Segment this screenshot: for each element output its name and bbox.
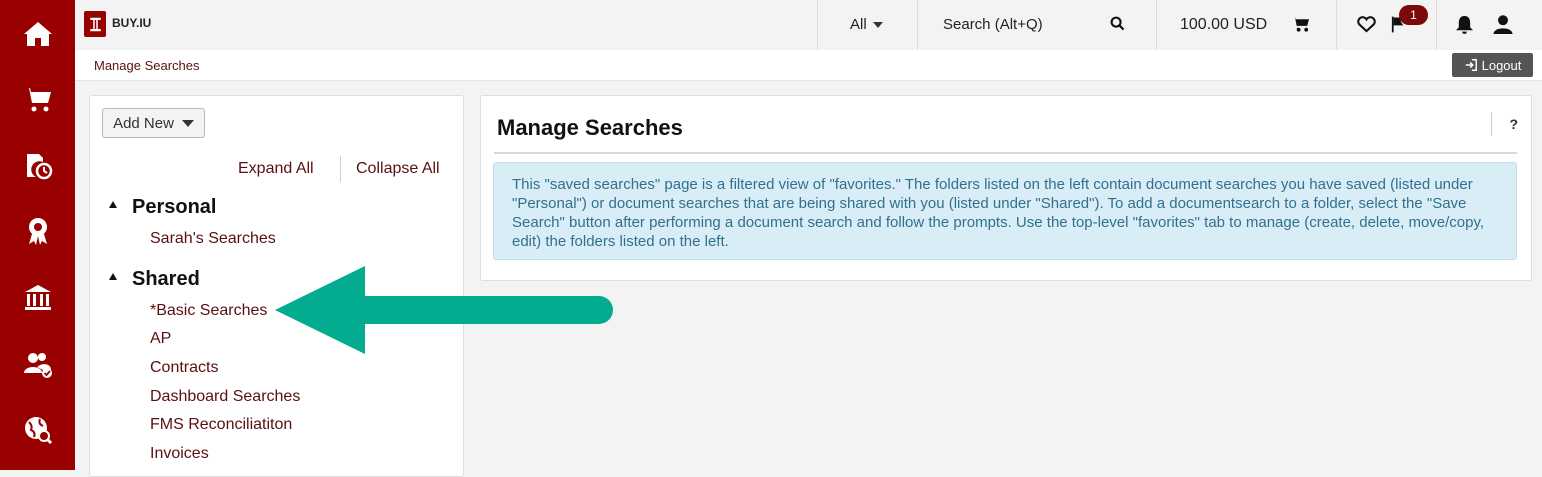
add-new-label: Add New bbox=[113, 114, 174, 132]
notification-badge: 1 bbox=[1399, 5, 1428, 25]
top-bar: BUY.IU All Search (Alt+Q) 100.00 USD 1 bbox=[75, 0, 1542, 50]
collapse-all-link[interactable]: Collapse All bbox=[356, 160, 440, 178]
page-title: Manage Searches bbox=[497, 115, 683, 140]
add-new-button[interactable]: Add New bbox=[102, 108, 205, 138]
expand-all-link[interactable]: Expand All bbox=[238, 160, 314, 178]
folder-item[interactable]: Invoices bbox=[150, 445, 209, 463]
logout-label: Logout bbox=[1481, 57, 1522, 73]
folder-group-personal[interactable]: Personal bbox=[132, 196, 216, 219]
main-panel: Manage Searches ? This "saved searches" … bbox=[480, 95, 1532, 281]
cart-icon[interactable] bbox=[1291, 15, 1310, 38]
search-icon[interactable] bbox=[1110, 16, 1125, 36]
collapse-triangle-icon[interactable] bbox=[109, 273, 117, 280]
folder-item[interactable]: Dashboard Searches bbox=[150, 388, 300, 406]
search-input[interactable]: Search (Alt+Q) bbox=[943, 16, 1043, 33]
globe-search-icon[interactable] bbox=[22, 414, 54, 446]
divider bbox=[1336, 0, 1337, 50]
brand-name[interactable]: BUY.IU bbox=[112, 16, 151, 30]
folder-item[interactable]: Contracts bbox=[150, 359, 218, 377]
divider bbox=[917, 0, 918, 50]
folder-item[interactable]: FMS Reconciliatiton bbox=[150, 416, 292, 434]
info-alert: This "saved searches" page is a filtered… bbox=[493, 162, 1517, 260]
folder-item[interactable]: *Basic Searches bbox=[150, 302, 267, 320]
cart-icon[interactable] bbox=[22, 83, 54, 115]
divider bbox=[817, 0, 818, 50]
folder-item[interactable]: Sarah's Searches bbox=[150, 230, 276, 248]
award-icon[interactable] bbox=[22, 215, 54, 247]
divider bbox=[494, 152, 1517, 154]
cart-total[interactable]: 100.00 USD bbox=[1180, 16, 1267, 34]
user-icon[interactable] bbox=[1493, 14, 1513, 40]
search-scope-label: All bbox=[850, 16, 867, 33]
breadcrumb[interactable]: Manage Searches bbox=[94, 58, 200, 73]
annotation-arrow-icon bbox=[275, 266, 613, 354]
search-scope-select[interactable]: All bbox=[850, 16, 883, 33]
collapse-triangle-icon[interactable] bbox=[109, 201, 117, 208]
breadcrumb-bar: Manage Searches Logout bbox=[75, 50, 1542, 81]
bell-icon[interactable] bbox=[1455, 14, 1474, 40]
divider bbox=[1436, 0, 1437, 50]
logout-icon bbox=[1465, 59, 1477, 71]
help-button[interactable]: ? bbox=[1491, 112, 1518, 136]
bank-icon[interactable] bbox=[22, 282, 54, 314]
folder-item[interactable]: AP bbox=[150, 330, 171, 348]
divider bbox=[1156, 0, 1157, 50]
chevron-down-icon bbox=[872, 21, 883, 28]
iu-logo[interactable] bbox=[84, 11, 106, 37]
users-check-icon[interactable] bbox=[22, 348, 54, 380]
documents-clock-icon[interactable] bbox=[22, 149, 54, 181]
chevron-down-icon bbox=[181, 119, 194, 127]
folder-group-shared[interactable]: Shared bbox=[132, 268, 200, 291]
logout-button[interactable]: Logout bbox=[1452, 53, 1533, 77]
divider bbox=[340, 156, 341, 182]
home-icon[interactable] bbox=[22, 18, 54, 50]
heart-icon[interactable] bbox=[1357, 16, 1376, 38]
left-nav-rail bbox=[0, 0, 75, 470]
